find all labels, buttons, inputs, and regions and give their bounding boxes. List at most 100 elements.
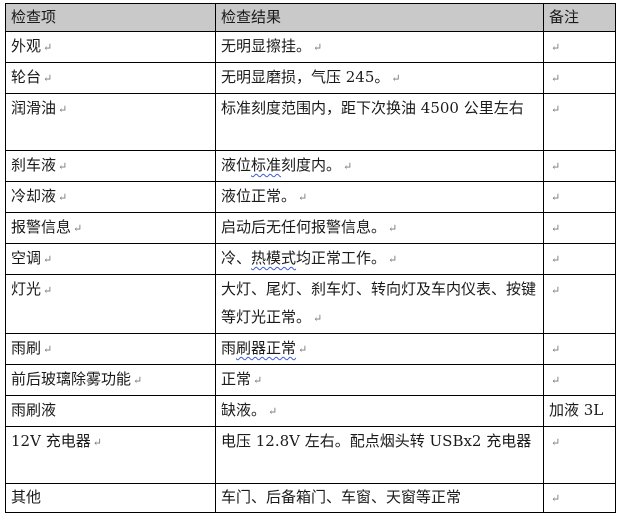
header-remarks: 备注	[543, 3, 616, 32]
row-result-cell: 无明显磨损，气压 245。 ↵	[215, 62, 544, 94]
paragraph-mark-icon: ↵	[58, 160, 68, 173]
row-result-suffix: 均正常工作。	[296, 249, 387, 267]
row-item-text: 前后玻璃除雾功能	[11, 370, 132, 388]
row-note-cell: ↵	[543, 333, 616, 365]
row-result-text: 电压 12.8V 左右。配点烟头转 USBx2 充电器	[221, 432, 532, 450]
row-result-prefix: 液位	[221, 156, 252, 174]
header-inspection-result: 检查结果	[215, 3, 544, 32]
row-note-text: 加液 3L	[549, 401, 604, 419]
row-result-cell: 雨刷器正常 ↵	[215, 333, 544, 365]
row-result-text: 启动后无任何报警信息。	[221, 218, 387, 236]
row-result-cell: 车门、后备箱门、车窗、天窗等正常	[215, 483, 544, 513]
table-row: 12V 充电器 ↵ 电压 12.8V 左右。配点烟头转 USBx2 充电器 ↵	[5, 426, 616, 484]
row-result-cell: 标准刻度范围内，距下次换油 4500 公里左右	[215, 93, 544, 151]
row-item-text: 12V 充电器	[11, 432, 91, 450]
inspection-table: 检查项 检查结果 备注 外观 ↵ 无明显擦挂。 ↵ ↵ 轮台 ↵ 无明显磨损，气压 2…	[5, 3, 616, 513]
row-result-text: 液位正常。	[221, 187, 297, 205]
row-result-text: 正常	[221, 370, 252, 388]
row-result-cell: 液位正常。 ↵	[215, 181, 544, 213]
row-item-text: 刹车液	[11, 156, 57, 174]
paragraph-mark-icon: ↵	[343, 160, 353, 173]
table-row: 报警信息 ↵ 启动后无任何报警信息。 ↵ ↵	[5, 212, 616, 244]
row-item-cell: 雨刷 ↵	[5, 333, 216, 365]
row-item-cell: 外观 ↵	[5, 31, 216, 63]
paragraph-mark-icon: ↵	[551, 160, 561, 173]
table-header-row: 检查项 检查结果 备注	[5, 3, 616, 32]
paragraph-mark-icon: ↵	[58, 103, 68, 116]
paragraph-mark-icon: ↵	[551, 492, 561, 505]
table-row: 其他 车门、后备箱门、车窗、天窗等正常 ↵	[5, 483, 616, 513]
row-item-cell: 空调 ↵	[5, 243, 216, 275]
row-result-cell: 电压 12.8V 左右。配点烟头转 USBx2 充电器	[215, 426, 544, 484]
paragraph-mark-icon: ↵	[551, 222, 561, 235]
row-result-cell: 无明显擦挂。 ↵	[215, 31, 544, 63]
row-result-text: 车门、后备箱门、车窗、天窗等正常	[221, 488, 462, 506]
row-result-cell: 冷、热模式均正常工作。 ↵	[215, 243, 544, 275]
row-item-cell: 轮台 ↵	[5, 62, 216, 94]
row-result-cell: 启动后无任何报警信息。 ↵	[215, 212, 544, 244]
table-row: 外观 ↵ 无明显擦挂。 ↵ ↵	[5, 31, 616, 63]
row-result-text: 无明显磨损，气压 245。	[221, 68, 390, 86]
paragraph-mark-icon: ↵	[551, 374, 561, 387]
table-row: 雨刷液 缺液。 ↵ 加液 3L	[5, 395, 616, 427]
row-item-cell: 润滑油 ↵	[5, 93, 216, 151]
paragraph-mark-icon: ↵	[253, 374, 263, 387]
paragraph-mark-icon: ↵	[551, 343, 561, 356]
row-item-text: 空调	[11, 249, 42, 267]
paragraph-mark-icon: ↵	[388, 222, 398, 235]
paragraph-mark-icon: ↵	[551, 72, 561, 85]
table-row: 润滑油 ↵ 标准刻度范围内，距下次换油 4500 公里左右 ↵	[5, 93, 616, 151]
paragraph-mark-icon: ↵	[43, 72, 53, 85]
row-note-cell: ↵	[543, 181, 616, 213]
row-note-cell: ↵	[543, 62, 616, 94]
paragraph-mark-icon: ↵	[551, 253, 561, 266]
row-note-cell: ↵	[543, 150, 616, 182]
paragraph-mark-icon: ↵	[551, 41, 561, 54]
row-result-suffix: 刻度内。	[281, 156, 342, 174]
row-result-prefix: 雨	[221, 339, 237, 357]
row-result-cell: 缺液。 ↵	[215, 395, 544, 427]
row-note-cell: ↵	[543, 31, 616, 63]
paragraph-mark-icon: ↵	[58, 191, 68, 204]
row-item-cell: 其他	[5, 483, 216, 513]
row-item-text: 雨刷液	[11, 401, 57, 419]
row-item-cell: 冷却液 ↵	[5, 181, 216, 213]
row-item-cell: 12V 充电器 ↵	[5, 426, 216, 484]
paragraph-mark-icon: ↵	[313, 41, 323, 54]
row-item-text: 雨刷	[11, 339, 42, 357]
row-note-cell: 加液 3L	[543, 395, 616, 427]
row-note-cell: ↵	[543, 274, 616, 334]
grammar-flag-text: 热模式	[251, 249, 297, 267]
row-item-text: 轮台	[11, 68, 42, 86]
paragraph-mark-icon: ↵	[298, 191, 308, 204]
paragraph-mark-icon: ↵	[43, 343, 53, 356]
table-row: 空调 ↵ 冷、热模式均正常工作。 ↵ ↵	[5, 243, 616, 275]
paragraph-mark-icon: ↵	[133, 374, 143, 387]
row-item-text: 报警信息	[11, 218, 72, 236]
row-result-text: 无明显擦挂。	[221, 37, 312, 55]
row-note-cell: ↵	[543, 243, 616, 275]
table-row: 轮台 ↵ 无明显磨损，气压 245。 ↵ ↵	[5, 62, 616, 94]
paragraph-mark-icon: ↵	[551, 103, 561, 116]
table-row: 前后玻璃除雾功能 ↵ 正常 ↵ ↵	[5, 364, 616, 396]
paragraph-mark-icon: ↵	[298, 343, 308, 356]
table-row: 冷却液 ↵ 液位正常。 ↵ ↵	[5, 181, 616, 213]
row-item-text: 冷却液	[11, 187, 57, 205]
row-item-cell: 刹车液 ↵	[5, 150, 216, 182]
grammar-flag-text: 刷器正常	[236, 339, 297, 357]
row-result-text: 缺液。	[221, 401, 267, 419]
row-item-cell: 灯光 ↵	[5, 274, 216, 334]
row-note-cell: ↵	[543, 212, 616, 244]
row-note-cell: ↵	[543, 483, 616, 513]
paragraph-mark-icon: ↵	[313, 312, 323, 325]
row-result-prefix: 冷、	[221, 249, 252, 267]
table-row: 灯光 ↵ 大灯、尾灯、刹车灯、转向灯及车内仪表、按键等灯光正常。 ↵ ↵	[5, 274, 616, 334]
row-item-cell: 报警信息 ↵	[5, 212, 216, 244]
grammar-flag-text: 标准	[251, 156, 282, 174]
row-result-cell: 液位标准刻度内。 ↵	[215, 150, 544, 182]
paragraph-mark-icon: ↵	[551, 436, 561, 449]
row-item-cell: 前后玻璃除雾功能 ↵	[5, 364, 216, 396]
row-result-cell: 正常 ↵	[215, 364, 544, 396]
row-item-cell: 雨刷液	[5, 395, 216, 427]
table-row: 刹车液 ↵ 液位标准刻度内。 ↵ ↵	[5, 150, 616, 182]
